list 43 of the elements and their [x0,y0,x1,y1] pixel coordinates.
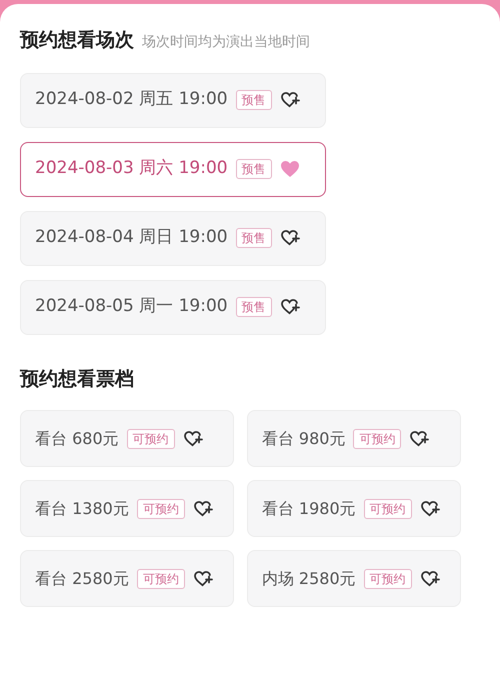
session-option[interactable]: 2024-08-02 周五 19:00 预售 [20,72,326,128]
option-label: 看台 2580元 [35,568,129,590]
option-label: 看台 980元 [262,428,346,450]
option-label: 2024-08-05 周一 19:00 [35,295,228,318]
session-option[interactable]: 2024-08-03 周六 19:00 预售 [20,142,326,196]
heart-plus-icon [280,298,300,316]
heart-plus-icon [420,500,440,518]
option-label: 2024-08-03 周六 19:00 [35,157,228,180]
option-label: 看台 680元 [35,428,119,450]
ticket-option[interactable]: 内场 2580元 可预约 [246,550,461,607]
heart-icon [280,160,300,178]
status-tag: 可预约 [126,428,175,448]
session-option[interactable]: 2024-08-05 周一 19:00 预售 [20,280,326,334]
heart-plus-icon [192,570,213,588]
status-tag: 预售 [236,90,272,110]
status-tag: 预售 [236,228,272,248]
status-tag: 可预约 [136,568,185,588]
status-tag: 可预约 [364,498,412,518]
status-tag: 可预约 [136,498,185,518]
heart-plus-icon [182,430,203,448]
heart-plus-icon [420,570,440,588]
ticket-option[interactable]: 看台 1980元 可预约 [246,480,461,537]
option-label: 看台 1380元 [35,498,129,520]
section-title: 预约想看票档 [20,366,135,392]
heart-plus-icon [192,500,213,518]
status-tag: 可预约 [353,428,402,448]
ticket-option[interactable]: 看台 2580元 可预约 [20,550,234,607]
status-tag: 预售 [236,297,272,317]
option-label: 2024-08-02 周五 19:00 [35,88,228,112]
status-tag: 可预约 [364,568,412,588]
section-title: 预约想看场次 [20,28,134,53]
heart-plus-icon [280,91,300,109]
ticket-option[interactable]: 看台 1380元 可预约 [20,480,234,537]
session-option[interactable]: 2024-08-04 周日 19:00 预售 [20,210,326,266]
option-label: 内场 2580元 [262,568,356,590]
ticket-option[interactable]: 看台 980元 可预约 [246,410,461,467]
ticket-option[interactable]: 看台 680元 可预约 [20,410,234,467]
status-tag: 预售 [236,159,272,179]
section-note: 场次时间均为演出当地时间 [142,33,310,52]
heart-plus-icon [280,229,300,247]
heart-plus-icon [409,430,430,448]
option-label: 看台 1980元 [262,498,356,520]
option-label: 2024-08-04 周日 19:00 [35,226,228,250]
